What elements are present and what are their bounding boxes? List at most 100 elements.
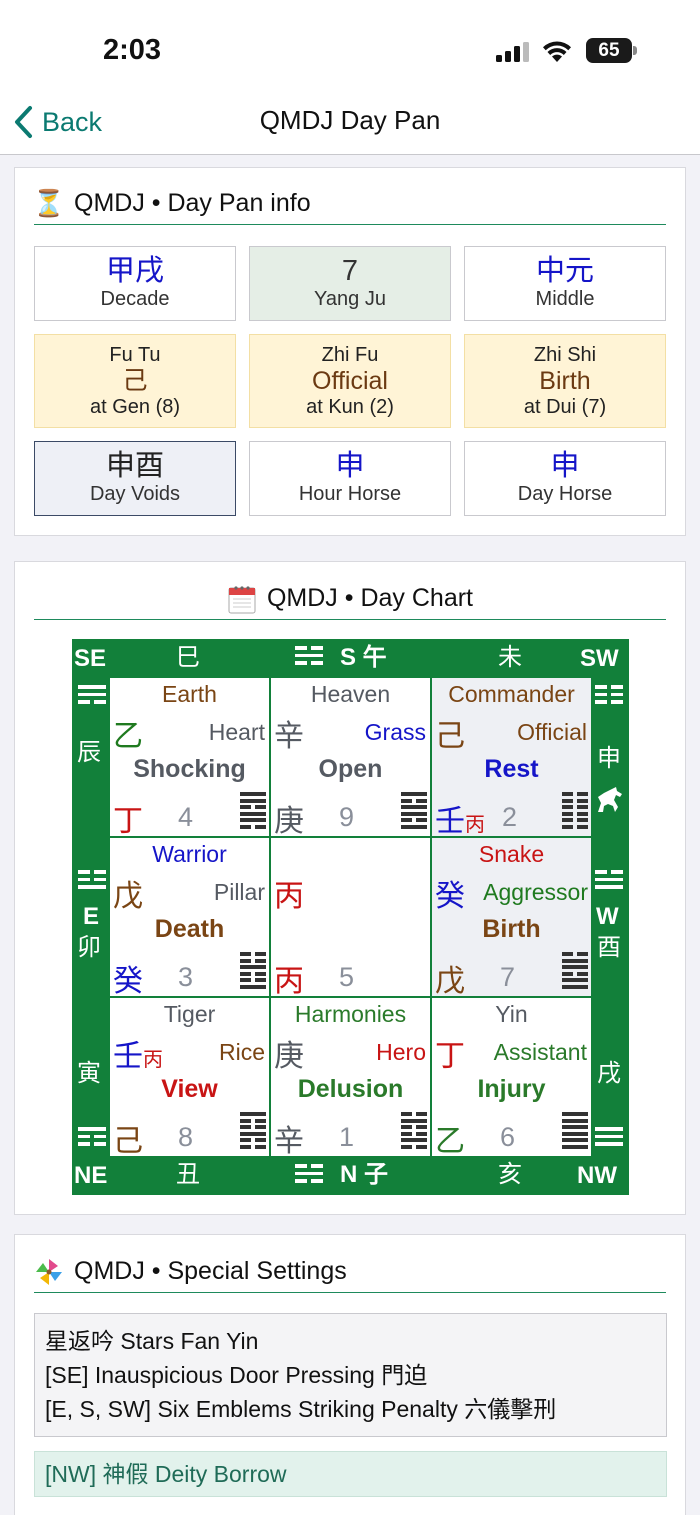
- star-label: Grass: [364, 719, 426, 745]
- palace-sw[interactable]: Commander 己 Official Rest 壬丙 2: [432, 678, 591, 836]
- zhi-shi-box[interactable]: Zhi Shi Birth at Dui (7): [464, 334, 666, 428]
- special-line-1: 星返吟 Stars Fan Yin: [45, 1328, 259, 1354]
- door-label: Delusion: [297, 1075, 404, 1103]
- corner-nw: NW: [577, 1162, 617, 1189]
- earth-stem: 庚: [274, 805, 304, 836]
- branch-right-top: 申: [597, 745, 621, 772]
- door-label: Injury: [477, 1075, 546, 1103]
- yang-ju-box[interactable]: 7 Yang Ju: [249, 246, 451, 321]
- yuan-label: Middle: [535, 288, 595, 310]
- info-card-header: ⏳ QMDJ • Day Pan info: [32, 183, 666, 225]
- heaven-stem: 辛: [274, 720, 304, 753]
- trigram-nw-icon: [595, 1127, 623, 1153]
- fu-tu-value: 己: [122, 367, 148, 395]
- palace-s[interactable]: Heaven 辛 Grass Open 庚 9: [271, 678, 430, 836]
- star-label: Rice: [218, 1039, 265, 1065]
- star-label: Aggressor: [483, 879, 588, 905]
- door-label: View: [161, 1075, 218, 1103]
- decade-label: Decade: [100, 288, 170, 310]
- heaven-stem-main: 壬: [113, 1040, 143, 1073]
- page-title: QMDJ Day Pan: [259, 105, 441, 135]
- decade-box[interactable]: 甲戌 Decade: [34, 246, 236, 321]
- zhi-fu-box[interactable]: Zhi Fu Official at Kun (2): [249, 334, 451, 428]
- earth-stem: 己: [113, 1125, 143, 1156]
- special-card-title: QMDJ • Special Settings: [74, 1257, 347, 1285]
- palace-number: 3: [178, 962, 194, 992]
- palace-se[interactable]: Earth 乙 Heart Shocking 丁 4: [110, 678, 269, 836]
- deity-label: Warrior: [152, 841, 227, 867]
- battery-cap: [633, 46, 637, 55]
- trigram-dui-icon: [562, 952, 588, 990]
- pinwheel-icon: [34, 1257, 64, 1287]
- palace-number: 8: [178, 1122, 194, 1152]
- day-voids-label: Day Voids: [89, 483, 181, 505]
- navigation-bar: Back QMDJ Day Pan: [0, 100, 700, 155]
- status-bar: 2:03 65: [0, 0, 700, 100]
- earth-stem-sub: 丙: [465, 814, 485, 836]
- special-line-3: [E, S, SW] Six Emblems Striking Penalty …: [45, 1396, 557, 1422]
- fu-tu-title: Fu Tu: [109, 344, 161, 366]
- palace-ne[interactable]: Tiger 壬丙 Rice View 己 8: [110, 998, 269, 1156]
- fu-tu-box[interactable]: Fu Tu 己 at Gen (8): [34, 334, 236, 428]
- direction-east: E: [83, 903, 100, 930]
- palace-number: 7: [500, 962, 516, 992]
- day-pan-info-card: ⏳ QMDJ • Day Pan info 甲戌 Decade 7 Yang J…: [14, 167, 686, 536]
- palace-center[interactable]: 丙 丙 5: [271, 838, 430, 996]
- horse-icon: [598, 787, 622, 812]
- deity-borrow-text: [NW] 神假 Deity Borrow: [45, 1461, 287, 1487]
- branch-bottom-left: 丑: [176, 1161, 200, 1188]
- ju-label: Yang Ju: [314, 288, 386, 310]
- star-label: Hero: [376, 1039, 426, 1065]
- heaven-stem-sub: 丙: [143, 1049, 163, 1071]
- day-horse-box[interactable]: 申 Day Horse: [464, 441, 666, 516]
- zhi-fu-title: Zhi Fu: [321, 344, 379, 366]
- earth-stem: 丙: [274, 965, 304, 996]
- branch-left-top: 辰: [77, 739, 101, 766]
- deity-label: Harmonies: [294, 1001, 407, 1027]
- palace-nw[interactable]: Yin 丁 Assistant Injury 乙 6: [432, 998, 591, 1156]
- zhi-shi-title: Zhi Shi: [533, 344, 597, 366]
- trigram-north-icon: [295, 1164, 323, 1190]
- palace-n[interactable]: Harmonies 庚 Hero Delusion 辛 1: [271, 998, 430, 1156]
- palace-w[interactable]: Snake 癸 Aggressor Birth 戊 7: [432, 838, 591, 996]
- heaven-stem: 己: [435, 720, 465, 753]
- branch-right-mid: 酉: [597, 934, 621, 961]
- earth-stem: 丁: [113, 805, 143, 836]
- earth-stem: 辛: [274, 1125, 304, 1156]
- heaven-stem: 丙: [274, 880, 304, 913]
- branch-right-bottom: 戌: [597, 1060, 621, 1087]
- trigram-zhen-icon: [240, 952, 266, 990]
- day-voids-box[interactable]: 申酉 Day Voids: [34, 441, 236, 516]
- trigram-kan-icon: [401, 1112, 427, 1150]
- door-label: Birth: [482, 915, 541, 943]
- heaven-stem: 戊: [113, 880, 143, 913]
- trigram-xun-icon: [240, 792, 266, 830]
- trigram-sw-icon: [595, 685, 623, 711]
- special-settings-list: 星返吟 Stars Fan Yin [SE] Inauspicious Door…: [34, 1313, 667, 1437]
- hourglass-icon: ⏳: [32, 188, 66, 218]
- deity-label: Snake: [478, 841, 545, 867]
- deity-borrow-box: [NW] 神假 Deity Borrow: [34, 1451, 667, 1497]
- hour-horse-box[interactable]: 申 Hour Horse: [249, 441, 451, 516]
- battery-indicator: 65: [586, 38, 632, 63]
- earth-stem-main: 壬: [435, 805, 465, 836]
- trigram-gen-icon: [240, 1112, 266, 1150]
- zhi-shi-value: Birth: [539, 367, 591, 395]
- star-label: Official: [517, 719, 587, 745]
- branch-bottom-right: 亥: [498, 1161, 522, 1188]
- trigram-south-icon: [295, 646, 323, 672]
- deity-label: Heaven: [310, 681, 391, 707]
- heaven-stem: 壬丙: [113, 1031, 163, 1075]
- decade-value: 甲戌: [105, 255, 164, 287]
- palace-e[interactable]: Warrior 戊 Pillar Death 癸 3: [110, 838, 269, 996]
- earth-stem: 癸: [113, 965, 143, 996]
- door-label: Rest: [484, 755, 539, 783]
- yuan-value: 中元: [535, 255, 594, 287]
- door-label: Death: [154, 915, 225, 943]
- status-time: 2:03: [103, 34, 162, 66]
- heaven-stem: 乙: [113, 720, 143, 753]
- hour-horse-label: Hour Horse: [298, 483, 402, 505]
- earth-stem: 壬丙: [435, 796, 485, 836]
- yuan-box[interactable]: 中元 Middle: [464, 246, 666, 321]
- fu-tu-location: at Gen (8): [89, 396, 181, 418]
